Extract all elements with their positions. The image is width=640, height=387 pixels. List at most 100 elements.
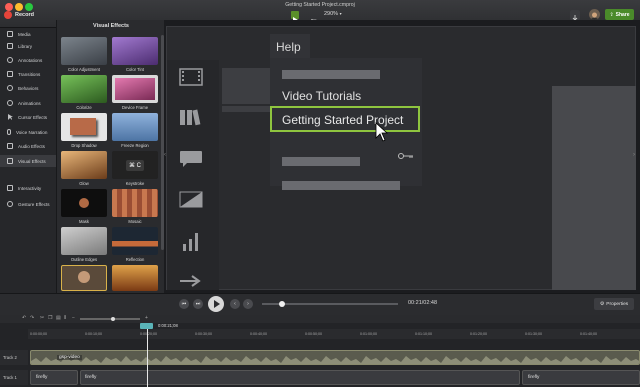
- chevron-left-icon: ‹: [234, 301, 236, 307]
- ruler-tick-label: 0:01:30;00: [525, 332, 542, 336]
- arrow-right-icon: [180, 275, 201, 287]
- sidebar-item-media[interactable]: Media: [0, 28, 56, 40]
- sidebar-item-label: Visual Effects: [18, 158, 46, 164]
- sidebar-item-transitions[interactable]: Transitions: [0, 68, 56, 80]
- rewind-button[interactable]: ⏮: [179, 299, 189, 309]
- share-label: Share: [615, 11, 630, 18]
- undo-icon[interactable]: ↶: [22, 315, 26, 321]
- previous-marker-button[interactable]: ‹: [230, 299, 240, 309]
- sidebar-item-annotations[interactable]: Annotations: [0, 54, 56, 66]
- effect-color-tint[interactable]: Color Tint: [112, 37, 158, 75]
- zoom-out-icon[interactable]: −: [72, 315, 75, 321]
- effect-color-adjustment[interactable]: Color Adjustment: [61, 37, 107, 75]
- canvas-area: Help Video Tutorials Getting Started Pro…: [164, 20, 640, 293]
- effect-label: Keystroke: [125, 181, 145, 186]
- avatar-icon: [590, 12, 599, 20]
- timeline-clip[interactable]: firefly: [522, 370, 640, 385]
- sidebar-item-library[interactable]: Library: [0, 40, 56, 52]
- menu-item-placeholder[interactable]: [282, 157, 360, 166]
- microphone-icon: [7, 129, 11, 135]
- help-menu-tab[interactable]: Help: [270, 34, 310, 58]
- track-header[interactable]: Track 1: [0, 370, 28, 385]
- effect-thumbnail: [112, 189, 158, 217]
- track-header[interactable]: Track 2: [0, 350, 28, 365]
- record-button[interactable]: Record: [4, 11, 34, 19]
- canvas-media-block[interactable]: [222, 68, 272, 104]
- effect-label: Outline Edges: [70, 257, 98, 262]
- key-link-icon: [398, 153, 413, 159]
- next-marker-button[interactable]: ›: [243, 299, 253, 309]
- user-avatar[interactable]: [589, 9, 600, 20]
- select-tool-button[interactable]: [291, 11, 299, 23]
- menu-item-video-tutorials[interactable]: Video Tutorials: [282, 89, 361, 103]
- timeline-zoom-handle[interactable]: [111, 316, 115, 321]
- track-label: Track 2: [3, 355, 17, 360]
- panel-title: Visual Effects: [93, 23, 129, 29]
- effect-freeze-region[interactable]: Freeze Region: [112, 113, 158, 151]
- timeline-clip[interactable]: gsp-video: [30, 350, 640, 365]
- timeline-zoom-slider[interactable]: [80, 318, 140, 320]
- zoom-in-icon[interactable]: +: [145, 315, 148, 321]
- effect-glow[interactable]: Glow: [61, 151, 107, 189]
- help-menu-title: Help: [276, 40, 301, 54]
- canvas-left-handle[interactable]: ‹: [164, 152, 166, 158]
- sidebar-item-animations[interactable]: Animations: [0, 97, 56, 109]
- canvas-media-caption: [222, 106, 272, 112]
- gear-icon: ⚙: [599, 301, 605, 307]
- effect-device-frame[interactable]: Device Frame: [112, 75, 158, 113]
- play-button[interactable]: [208, 296, 224, 312]
- effect-label: Color Adjustment: [68, 67, 100, 72]
- effect-label: Device Frame: [121, 105, 149, 110]
- clip-label: firefly: [85, 375, 97, 380]
- menu-item-getting-started-project[interactable]: Getting Started Project: [270, 106, 420, 132]
- tools-sidebar: Media Library Annotations Transitions Be…: [0, 28, 56, 293]
- effect-thumbnail: [61, 265, 107, 291]
- playback-scrubber-handle[interactable]: [279, 301, 285, 307]
- menu-item-placeholder[interactable]: [282, 70, 380, 79]
- share-button[interactable]: ⇪ Share: [605, 9, 634, 20]
- cut-icon[interactable]: ✂: [40, 315, 44, 321]
- effect-drop-shadow[interactable]: Drop Shadow: [61, 113, 107, 151]
- effect-colorize[interactable]: Colorize: [61, 75, 107, 113]
- sidebar-item-cursor-effects[interactable]: Cursor Effects: [0, 111, 56, 123]
- ruler-tick-label: 0:01:40;00: [580, 332, 597, 336]
- copy-icon[interactable]: ❐: [48, 315, 52, 321]
- sidebar-item-gesture-effects[interactable]: Gesture Effects: [0, 198, 56, 210]
- playback-bar: ⏮ ⏭ ‹ › 00:21/02:48 ⚙ Properties: [0, 293, 640, 315]
- redo-icon[interactable]: ↷: [30, 315, 34, 321]
- playhead-time: 0:00:21;08: [158, 323, 178, 328]
- split-icon[interactable]: ⫴: [64, 315, 66, 321]
- effect-reflection[interactable]: Reflection: [112, 227, 158, 265]
- play-icon: [214, 300, 220, 308]
- zoom-level-select[interactable]: 290% ▾: [324, 11, 342, 17]
- sidebar-item-voice-narration[interactable]: Voice Narration: [0, 126, 56, 138]
- effect-label: Freeze Region: [121, 143, 149, 148]
- timeline-toolbar: ↶ ↷ ✂ ❐ ▤ ⫴ − +: [0, 315, 640, 323]
- pan-tool-button[interactable]: [302, 12, 308, 25]
- sidebar-item-behaviors[interactable]: Behaviors: [0, 82, 56, 94]
- zoom-level-value: 290%: [324, 11, 339, 17]
- help-dropdown-menu: Video Tutorials Getting Started Project: [270, 58, 422, 190]
- effect-thumbnail: [112, 265, 158, 291]
- effect-mask[interactable]: Mask: [61, 189, 107, 227]
- canvas-right-handle[interactable]: ›: [633, 152, 635, 158]
- menu-item-placeholder[interactable]: [282, 181, 400, 190]
- crop-tool-button[interactable]: [311, 12, 317, 25]
- effect-keystroke[interactable]: ⌘ C Keystroke: [112, 151, 158, 189]
- properties-button[interactable]: ⚙ Properties: [594, 298, 634, 310]
- sidebar-item-audio-effects[interactable]: Audio Effects: [0, 140, 56, 152]
- download-button[interactable]: [570, 10, 580, 21]
- effect-thumbnail: [61, 75, 107, 103]
- paste-icon[interactable]: ▤: [56, 315, 61, 321]
- sidebar-item-interactivity[interactable]: Interactivity: [0, 182, 56, 194]
- timeline-clip[interactable]: firefly: [30, 370, 78, 385]
- sidebar-item-visual-effects[interactable]: Visual Effects: [0, 155, 56, 167]
- effect-mosaic[interactable]: Mosaic: [112, 189, 158, 227]
- annotation-bubble-icon: [180, 151, 202, 167]
- timeline-clip[interactable]: firefly: [80, 370, 520, 385]
- effect-outline-edges[interactable]: Outline Edges: [61, 227, 107, 265]
- step-back-button[interactable]: ⏭: [193, 299, 203, 309]
- sidebar-item-label: Voice Narration: [16, 129, 48, 135]
- record-label: Record: [15, 12, 34, 18]
- playhead-line[interactable]: [147, 329, 148, 387]
